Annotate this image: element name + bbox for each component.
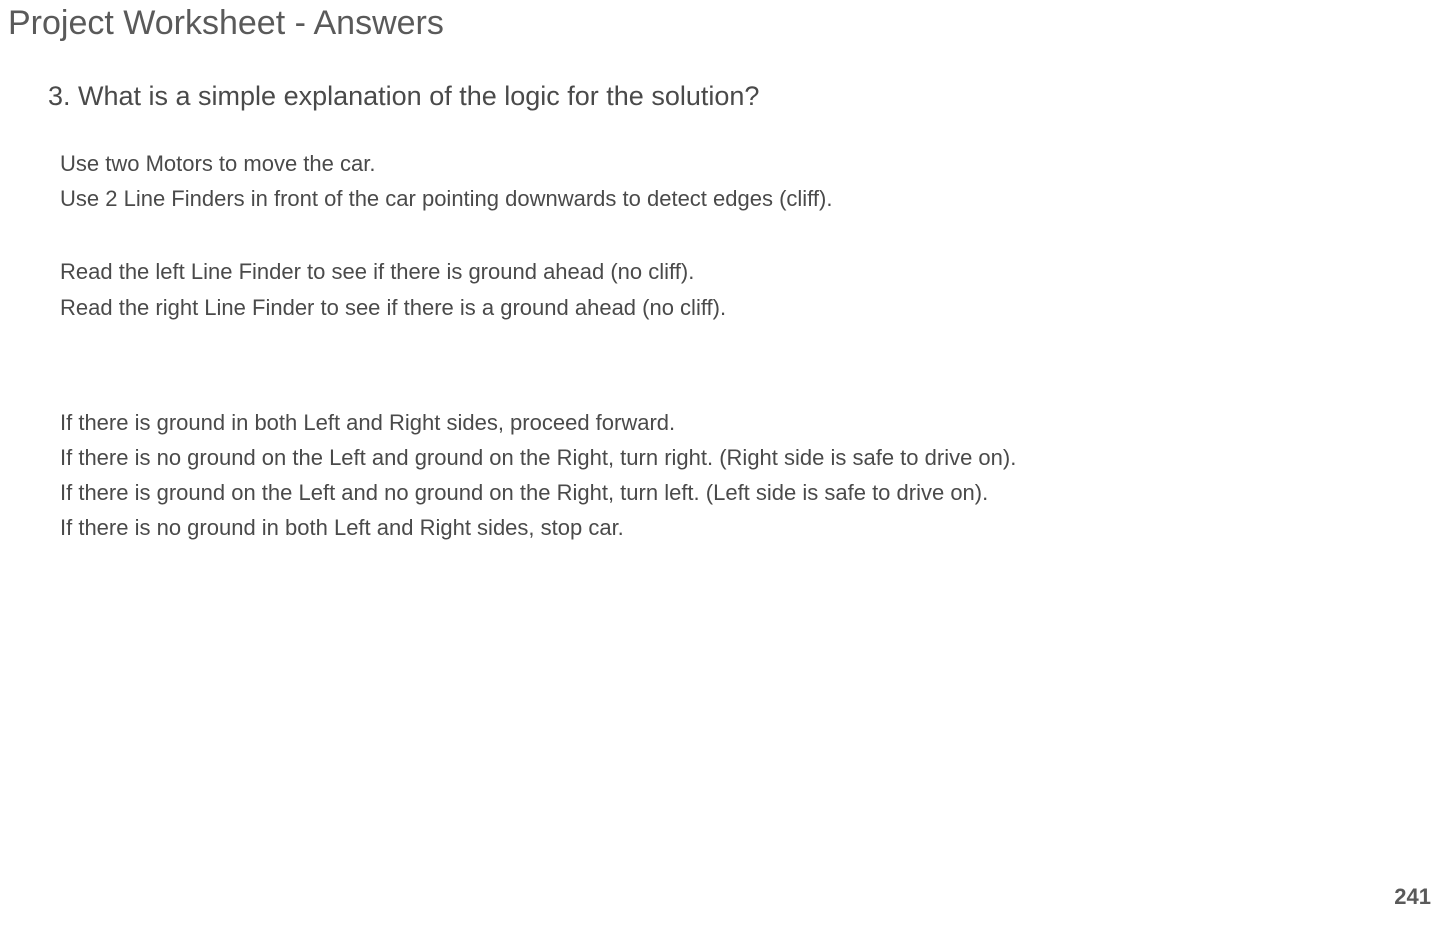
answer-line: Read the left Line Finder to see if ther… xyxy=(60,254,1437,289)
answer-line: If there is ground on the Left and no gr… xyxy=(60,475,1437,510)
answer-line: Read the right Line Finder to see if the… xyxy=(60,290,1437,325)
answer-block: Use two Motors to move the car. Use 2 Li… xyxy=(0,112,1437,546)
answer-line: If there is ground in both Left and Righ… xyxy=(60,405,1437,440)
page-title: Project Worksheet - Answers xyxy=(0,0,1437,43)
page-number: 241 xyxy=(1394,884,1431,910)
answer-line: Use two Motors to move the car. xyxy=(60,146,1437,181)
answer-line: If there is no ground in both Left and R… xyxy=(60,510,1437,545)
question-text: 3. What is a simple explanation of the l… xyxy=(0,43,1437,112)
answer-line: If there is no ground on the Left and gr… xyxy=(60,440,1437,475)
answer-line: Use 2 Line Finders in front of the car p… xyxy=(60,181,1437,216)
